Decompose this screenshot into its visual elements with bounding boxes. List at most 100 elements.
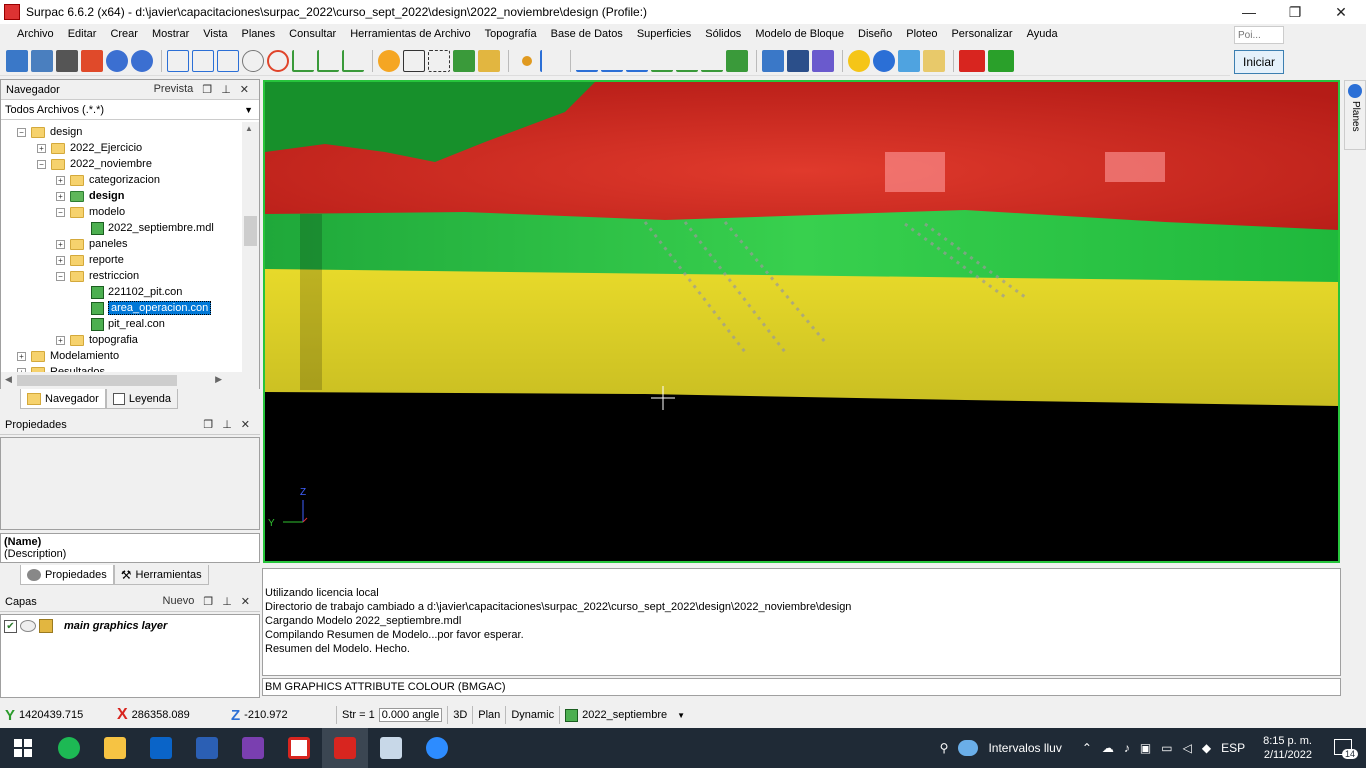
menu-item-5[interactable]: Planes — [235, 24, 283, 44]
weather-text[interactable]: Intervalos lluv — [988, 741, 1061, 755]
axis-yz-icon[interactable] — [342, 49, 364, 72]
select-point-icon[interactable] — [378, 49, 400, 72]
tree-item[interactable]: + topografia — [56, 332, 138, 348]
mode-plan[interactable]: Plan — [473, 705, 505, 725]
move-icon[interactable] — [453, 49, 475, 72]
acrobat-icon[interactable] — [276, 728, 322, 768]
segment-icon[interactable] — [576, 50, 598, 72]
record-icon[interactable] — [959, 49, 985, 72]
menu-item-7[interactable]: Herramientas de Archivo — [343, 24, 477, 44]
string-icon[interactable] — [540, 49, 562, 72]
expand-icon[interactable]: + — [56, 239, 65, 249]
pin-icon[interactable]: ⊥ — [222, 595, 232, 608]
image-icon[interactable] — [478, 49, 500, 72]
close-icon[interactable]: ✕ — [240, 83, 249, 96]
tree-item[interactable]: pit_real.con — [91, 316, 165, 332]
tree-item[interactable]: area_operacion.con — [91, 300, 212, 316]
zoom-icon[interactable] — [414, 728, 460, 768]
search-input[interactable] — [1234, 26, 1284, 44]
save-icon[interactable] — [31, 49, 53, 72]
print-icon[interactable] — [56, 49, 78, 72]
zoom-in-icon[interactable] — [192, 49, 214, 72]
collapse-icon[interactable]: − — [56, 207, 65, 217]
offset-icon[interactable] — [701, 50, 723, 72]
weather-icon[interactable] — [958, 740, 979, 756]
menu-item-10[interactable]: Superficies — [630, 24, 698, 44]
dropbox-icon[interactable]: ◆ — [1202, 741, 1211, 755]
axis-xz-icon[interactable] — [317, 49, 339, 72]
windows-start-icon[interactable] — [0, 728, 46, 768]
battery-icon[interactable]: ▭ — [1161, 741, 1172, 755]
line-icon[interactable] — [601, 50, 623, 72]
pin-icon[interactable]: ⊥ — [222, 418, 232, 431]
iniciar-button[interactable]: Iniciar — [1234, 50, 1284, 74]
expand-icon[interactable]: + — [56, 175, 65, 185]
expand-icon[interactable]: + — [37, 143, 46, 153]
extend-icon[interactable] — [651, 50, 673, 72]
tab-propiedades[interactable]: Propiedades — [20, 565, 114, 585]
undo-icon[interactable] — [106, 49, 128, 72]
menu-item-6[interactable]: Consultar — [282, 24, 343, 44]
image-viewer-icon[interactable] — [368, 728, 414, 768]
lock-icon[interactable] — [39, 619, 53, 633]
pen-icon[interactable] — [812, 49, 834, 72]
graphics-viewport[interactable]: Z Y — [263, 80, 1340, 563]
menu-item-2[interactable]: Crear — [103, 24, 145, 44]
reset-icon[interactable] — [81, 49, 103, 72]
tree-horizontal-scrollbar[interactable]: ◀ ▶ — [1, 372, 242, 389]
minimize-button[interactable]: — — [1226, 0, 1272, 24]
menu-item-3[interactable]: Mostrar — [145, 24, 196, 44]
tree-item[interactable]: + categorizacion — [56, 172, 160, 188]
people-icon[interactable]: ⚲ — [940, 741, 949, 755]
tree-item[interactable]: +2022_Ejercicio — [37, 140, 142, 156]
menu-item-11[interactable]: Sólidos — [698, 24, 748, 44]
point-icon[interactable] — [522, 55, 532, 66]
expand-icon[interactable]: + — [17, 351, 26, 361]
menu-item-8[interactable]: Topografía — [478, 24, 544, 44]
menu-item-14[interactable]: Ploteo — [899, 24, 944, 44]
word-icon[interactable] — [184, 728, 230, 768]
tab-leyenda[interactable]: Leyenda — [105, 389, 179, 409]
tab-herramientas[interactable]: ⚒ Herramientas — [113, 565, 209, 585]
menu-item-1[interactable]: Editar — [61, 24, 104, 44]
visibility-icon[interactable] — [20, 620, 36, 632]
sphere-icon[interactable] — [873, 49, 895, 72]
pin-icon[interactable]: ⊥ — [221, 83, 231, 96]
language-indicator[interactable]: ESP — [1221, 741, 1245, 755]
table-icon[interactable] — [762, 49, 784, 72]
expand-icon[interactable]: + — [56, 255, 65, 265]
tree-item[interactable]: + Modelamiento — [17, 348, 119, 364]
angle-field[interactable]: 0.000 angle — [378, 708, 443, 722]
menu-item-13[interactable]: Diseño — [851, 24, 899, 44]
join-icon[interactable] — [676, 50, 698, 72]
menu-item-0[interactable]: Archivo — [10, 24, 61, 44]
menu-item-15[interactable]: Personalizar — [944, 24, 1019, 44]
clock[interactable]: 8:15 p. m. 2/11/2022 — [1263, 734, 1312, 762]
preview-button[interactable]: Prevista — [154, 83, 194, 96]
tree-item[interactable]: 221102_pit.con — [91, 284, 182, 300]
layer-row[interactable]: ✔ main graphics layer — [4, 619, 167, 633]
light-icon[interactable] — [848, 49, 870, 72]
chevron-up-icon[interactable]: ⌃ — [1082, 741, 1092, 755]
collapse-icon[interactable]: − — [37, 159, 46, 169]
mesh-icon[interactable] — [898, 49, 920, 72]
expand-icon[interactable]: + — [56, 191, 65, 201]
select-box-icon[interactable] — [428, 49, 450, 72]
pdf-editor-icon[interactable] — [230, 728, 276, 768]
volume-icon[interactable]: ◁ — [1183, 741, 1192, 755]
file-explorer-icon[interactable] — [92, 728, 138, 768]
close-button[interactable]: ✕ — [1318, 0, 1364, 24]
tree-vertical-scrollbar[interactable]: ▲ ▼ — [242, 122, 259, 410]
tab-navegador[interactable]: Navegador — [20, 389, 106, 409]
close-icon[interactable]: ✕ — [241, 418, 250, 431]
outlook-icon[interactable] — [138, 728, 184, 768]
surpac-taskbar-icon[interactable] — [322, 728, 368, 768]
menu-item-12[interactable]: Modelo de Bloque — [748, 24, 851, 44]
tree-item[interactable]: − modelo — [56, 204, 125, 220]
polyline-icon[interactable] — [626, 50, 648, 72]
spotify-icon[interactable] — [46, 728, 92, 768]
float-icon[interactable]: ❐ — [203, 418, 213, 431]
new-layer-button[interactable]: Nuevo — [163, 595, 195, 608]
monitor-icon[interactable] — [787, 49, 809, 72]
play-icon[interactable] — [988, 49, 1014, 72]
